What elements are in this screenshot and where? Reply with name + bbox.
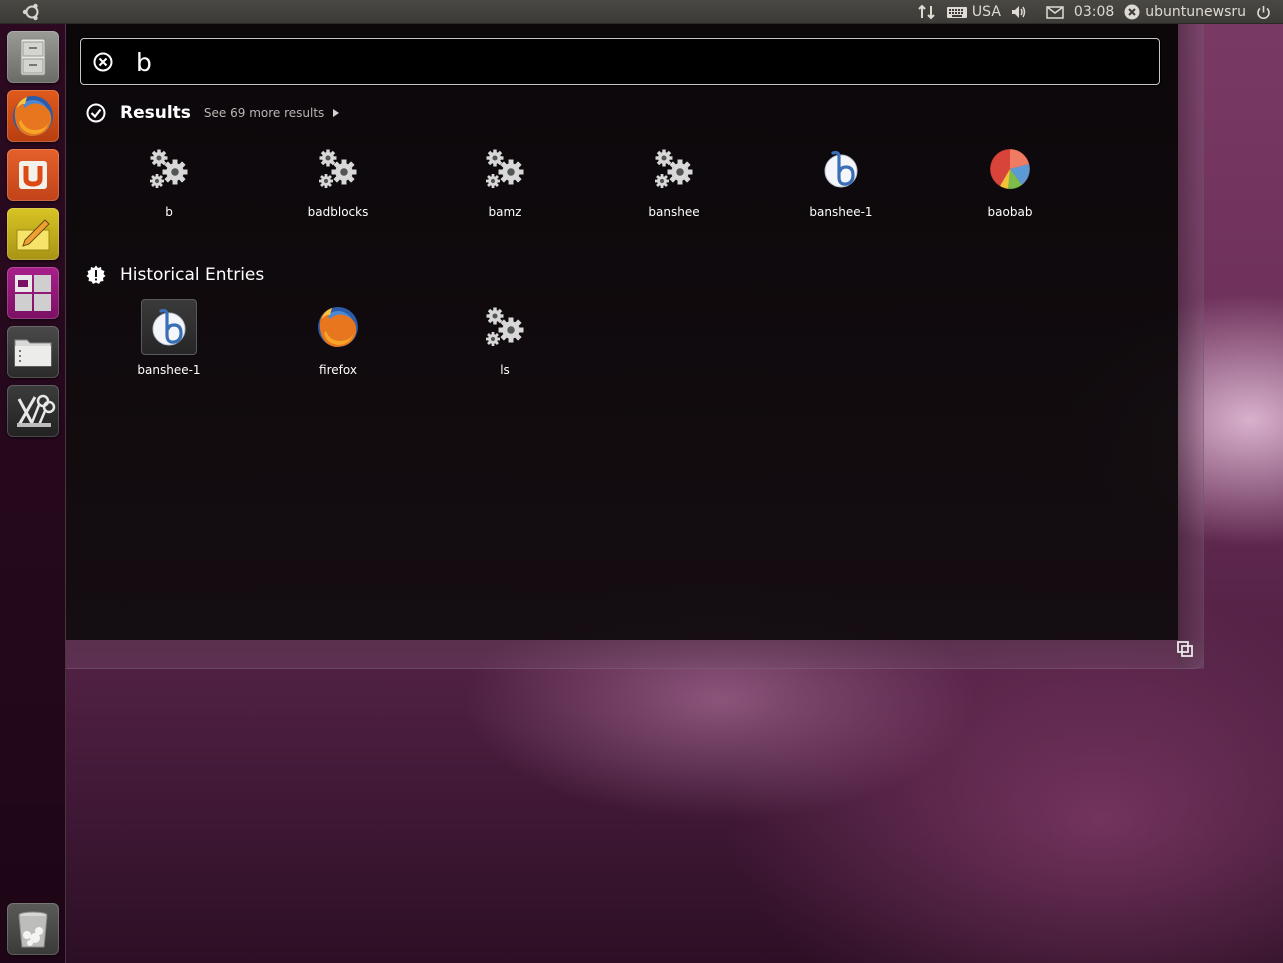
history-badge-icon — [86, 265, 106, 284]
trash-icon — [18, 911, 48, 948]
gears-icon — [481, 145, 529, 193]
history-tile-ls[interactable]: ls — [440, 299, 570, 389]
launcher-item-files[interactable] — [7, 326, 59, 378]
keyboard-icon — [946, 7, 967, 18]
result-tile-baobab[interactable]: baobab — [945, 141, 1075, 231]
launcher — [0, 24, 66, 963]
result-tile-bamz[interactable]: bamz — [440, 141, 570, 231]
banshee-icon — [823, 150, 859, 189]
gears-icon — [481, 303, 529, 351]
result-label: banshee — [648, 205, 700, 219]
file-cabinet-icon — [20, 38, 46, 76]
results-title: Results — [120, 103, 191, 123]
result-tile-banshee[interactable]: banshee — [609, 141, 739, 231]
search-bar — [80, 38, 1160, 85]
session-menu[interactable] — [1251, 0, 1283, 24]
result-label: baobab — [987, 205, 1033, 219]
volume-icon — [1011, 6, 1026, 18]
search-input[interactable] — [136, 45, 1136, 79]
history-header: Historical Entries — [86, 265, 264, 285]
clear-search-icon[interactable] — [93, 52, 113, 72]
arrow-right-icon — [333, 109, 340, 117]
system-tray: USA 03:08 ubuntunewsru — [913, 0, 1283, 24]
history-label: ls — [500, 363, 510, 377]
mail-icon — [1046, 5, 1064, 19]
ubuntu-logo-icon[interactable] — [21, 2, 43, 22]
baobab-icon — [989, 148, 1031, 190]
gears-icon — [314, 145, 362, 193]
history-title: Historical Entries — [120, 265, 265, 285]
launcher-item-file-cabinet[interactable] — [7, 31, 59, 83]
network-indicator[interactable] — [913, 0, 941, 24]
result-label: b — [165, 205, 173, 219]
history-label: firefox — [319, 363, 357, 377]
launcher-item-tools[interactable] — [7, 385, 59, 437]
dash-frame-bottom — [66, 640, 1204, 669]
clock[interactable]: 03:08 — [1069, 0, 1119, 24]
launcher-item-workspaces[interactable] — [7, 267, 59, 319]
messaging-indicator[interactable] — [1032, 0, 1069, 24]
result-label: banshee-1 — [809, 205, 873, 219]
workspaces-icon — [15, 275, 51, 311]
user-name-label: ubuntunewsru — [1145, 4, 1246, 20]
gears-icon — [650, 145, 698, 193]
firefox-icon — [13, 96, 53, 136]
launcher-item-firefox[interactable] — [7, 90, 59, 142]
network-icon — [918, 4, 935, 20]
notes-icon — [16, 219, 50, 251]
volume-indicator[interactable] — [1006, 0, 1032, 24]
result-label: bamz — [488, 205, 522, 219]
result-tile-badblocks[interactable]: badblocks — [273, 141, 403, 231]
result-label: badblocks — [307, 205, 369, 219]
power-icon — [1257, 5, 1270, 19]
keyboard-indicator[interactable]: USA — [941, 0, 1006, 24]
launcher-item-ubuntu-one[interactable] — [7, 149, 59, 201]
resize-icon[interactable] — [1176, 640, 1194, 658]
user-menu[interactable]: ubuntunewsru — [1119, 0, 1251, 24]
results-header: Results See 69 more results — [86, 103, 340, 123]
launcher-item-notes[interactable] — [7, 208, 59, 260]
checkmark-circle-icon — [86, 103, 106, 123]
files-folder-icon — [14, 339, 52, 367]
result-tile-b[interactable]: b — [104, 141, 234, 231]
history-label: banshee-1 — [137, 363, 201, 377]
see-more-results-link[interactable]: See 69 more results — [203, 106, 340, 120]
firefox-icon — [318, 307, 358, 347]
clock-label: 03:08 — [1073, 4, 1115, 20]
result-tile-banshee-1[interactable]: banshee-1 — [776, 141, 906, 231]
ubuntu-one-icon — [19, 161, 47, 189]
keyboard-layout-label: USA — [971, 4, 1001, 20]
user-status-icon — [1124, 4, 1140, 20]
tools-icon — [17, 394, 56, 427]
history-tile-banshee-1[interactable]: banshee-1 — [104, 299, 234, 389]
dash-frame-right — [1178, 24, 1204, 669]
banshee-icon — [151, 308, 187, 347]
launcher-item-trash[interactable] — [7, 903, 59, 955]
gears-icon — [145, 145, 193, 193]
see-more-results-label: See 69 more results — [203, 106, 325, 120]
top-panel: USA 03:08 ubuntunewsru — [0, 0, 1283, 24]
history-tile-firefox[interactable]: firefox — [273, 299, 403, 389]
